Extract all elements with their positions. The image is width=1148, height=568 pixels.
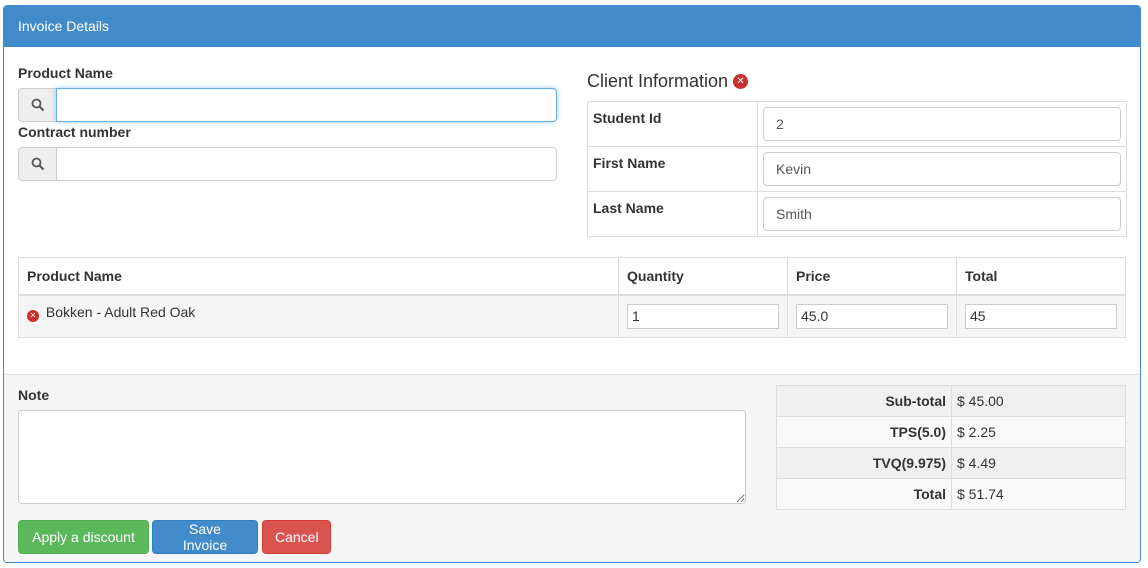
contract-search-group [18,147,557,181]
client-info-heading: Client Information ✕ [587,71,749,92]
products-header-row: Product Name Quantity Price Total [18,257,1126,296]
total-row: Total $ 51.74 [776,478,1126,510]
subtotal-value: $ 45.00 [951,385,1126,417]
tps-value: $ 2.25 [951,416,1126,448]
col-price: Price [787,257,957,296]
product-search-input[interactable] [56,88,557,122]
totals-table: Sub-total $ 45.00 TPS(5.0) $ 2.25 TVQ(9.… [776,385,1126,510]
tps-row: TPS(5.0) $ 2.25 [776,416,1126,448]
col-total: Total [956,257,1126,296]
student-id-label: Student Id [587,101,758,147]
tvq-row: TVQ(9.975) $ 4.49 [776,447,1126,479]
tvq-value: $ 4.49 [951,447,1126,479]
note-label: Note [18,387,50,403]
total-value: $ 51.74 [951,478,1126,510]
first-name-label: First Name [587,146,758,192]
last-name-input[interactable] [763,197,1121,231]
tps-label: TPS(5.0) [776,416,952,448]
contract-search-input[interactable] [56,147,557,181]
subtotal-label: Sub-total [776,385,952,417]
search-icon [18,147,56,181]
price-input[interactable] [796,303,948,329]
client-info-table: Student Id First Name Last Name [587,101,1127,237]
remove-circle-icon[interactable]: ✕ [733,74,749,89]
product-name-cell: ✕ Bokken - Adult Red Oak [18,294,619,338]
panel-title: Invoice Details [4,6,1140,47]
last-name-label: Last Name [587,191,758,237]
table-row: ✕ Bokken - Adult Red Oak [18,294,1126,338]
save-invoice-button[interactable]: Save Invoice [152,520,258,554]
invoice-footer: Note Apply a discount Save Invoice Cance… [4,374,1140,562]
product-name-label: Product Name [18,65,113,81]
col-product-name: Product Name [18,257,619,296]
total-input[interactable] [965,303,1117,329]
invoice-panel: Invoice Details Product Name Contract nu… [3,5,1141,563]
apply-discount-button[interactable]: Apply a discount [18,520,149,554]
client-info-title: Client Information [587,71,729,91]
client-row-last-name: Last Name [587,191,1127,237]
products-table: Product Name Quantity Price Total ✕ Bokk… [18,257,1126,338]
product-name-text: Bokken - Adult Red Oak [45,303,196,320]
subtotal-row: Sub-total $ 45.00 [776,385,1126,417]
tvq-label: TVQ(9.975) [776,447,952,479]
first-name-input[interactable] [763,152,1121,186]
cancel-button[interactable]: Cancel [262,520,331,554]
total-label: Total [776,478,952,510]
contract-number-label: Contract number [18,124,131,140]
product-search-group [18,88,557,122]
col-quantity: Quantity [618,257,788,296]
quantity-input[interactable] [627,303,779,329]
student-id-input[interactable] [763,107,1121,141]
search-icon [18,88,56,122]
client-row-first-name: First Name [587,146,1127,192]
remove-circle-icon[interactable]: ✕ [27,309,39,322]
note-textarea[interactable] [18,410,746,504]
client-row-student-id: Student Id [587,101,1127,147]
